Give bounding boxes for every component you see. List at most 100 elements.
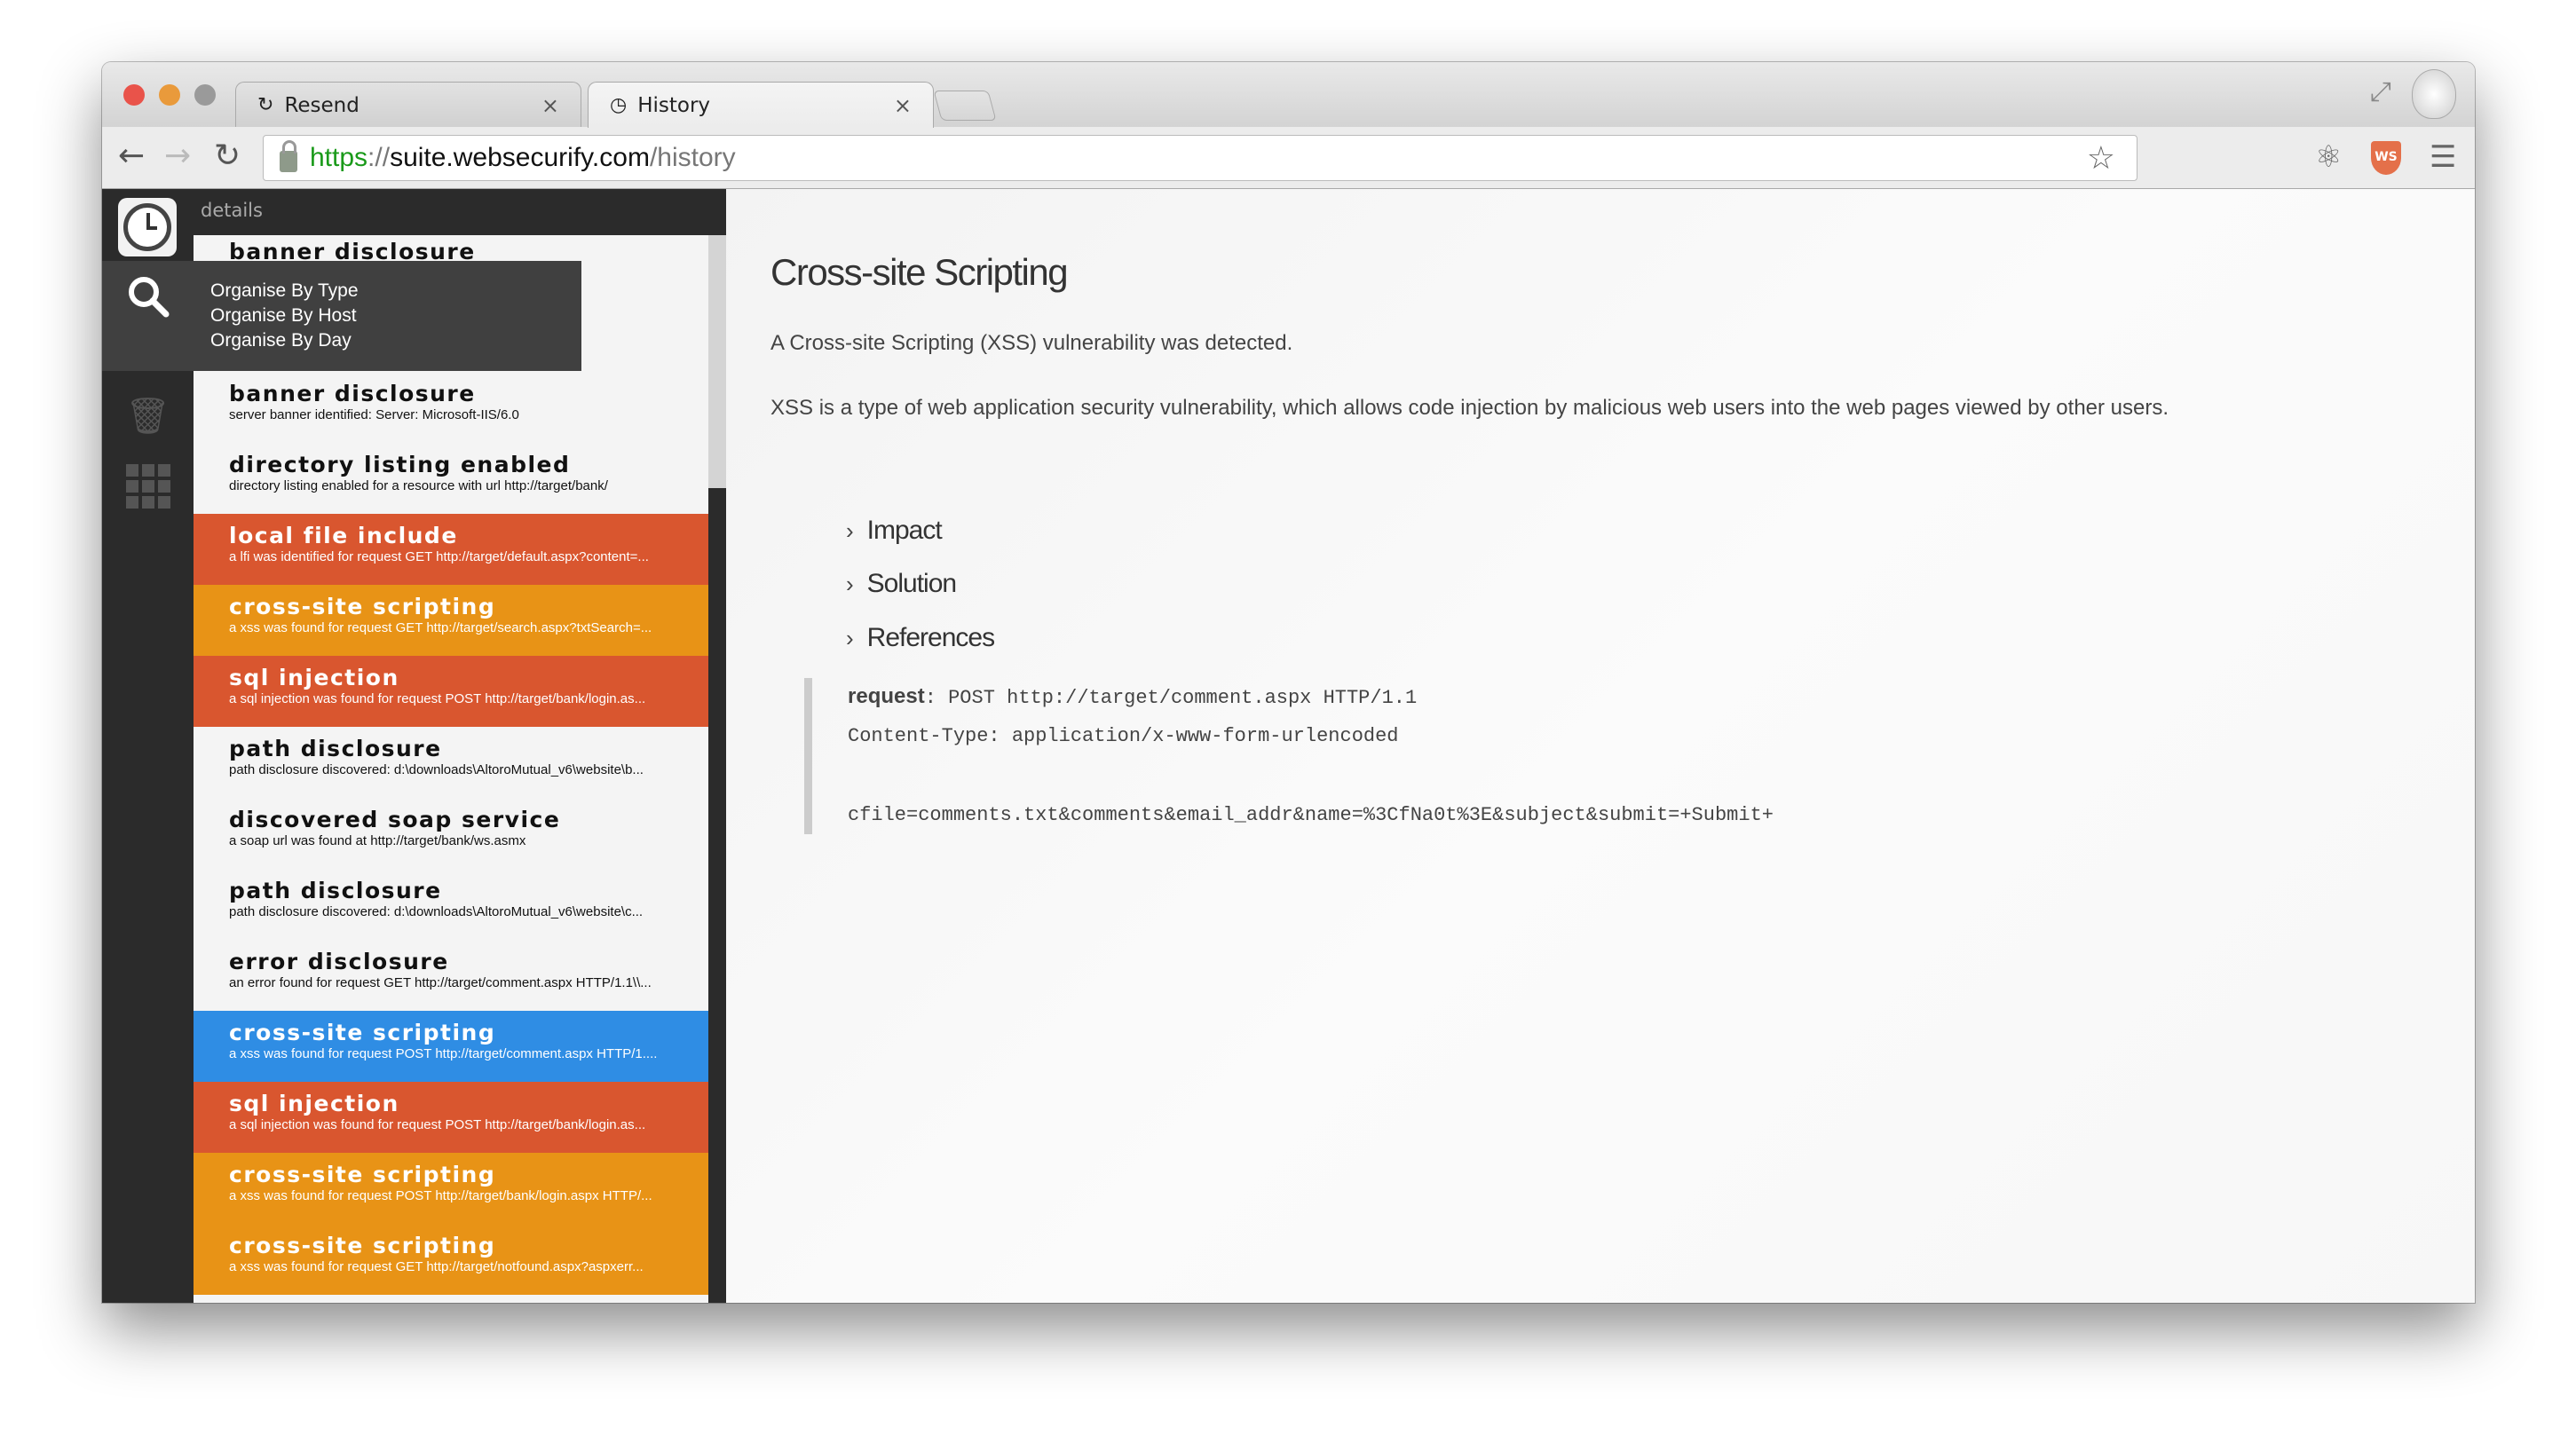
list-item[interactable]: error disclosure an error found for reque… — [194, 940, 708, 1011]
item-description: a xss was found for request POST http://… — [229, 1188, 652, 1203]
list-item[interactable]: local file include a lfi was identified f… — [194, 514, 708, 585]
item-title: path disclosure — [229, 878, 442, 903]
address-bar[interactable]: https://suite.websecurify.com/history ☆ — [263, 135, 2137, 181]
list-item[interactable]: path disclosure path disclosure discovere… — [194, 869, 708, 940]
fullscreen-icon[interactable]: ⤢ — [2370, 76, 2391, 107]
tab-label: Resend — [284, 93, 360, 117]
url-host: suite.websecurify.com — [390, 143, 650, 172]
menu-hamburger-icon[interactable]: ☰ — [2430, 139, 2456, 175]
minimize-window-button[interactable] — [159, 84, 180, 106]
menu-item-organise-by-host[interactable]: Organise By Host — [210, 304, 359, 328]
item-description: a xss was found for request GET http://t… — [229, 1259, 644, 1274]
list-item[interactable]: cross-site scripting a xss was found for … — [194, 1153, 708, 1224]
list-item[interactable]: cross-site scripting a xss was found for … — [194, 1011, 708, 1082]
profile-avatar[interactable] — [2412, 69, 2456, 119]
body-line: cfile=comments.txt&comments&email_addr&n… — [848, 804, 1774, 826]
item-description: a xss was found for request POST http://… — [229, 1046, 658, 1061]
list-item[interactable]: sql injection a sql injection was found f… — [194, 1082, 708, 1153]
item-title: sql injection — [229, 665, 399, 690]
item-description: a sql injection was found for request PO… — [229, 1117, 646, 1132]
grid-icon[interactable] — [102, 451, 194, 522]
new-tab-button[interactable] — [933, 91, 997, 121]
close-tab-button[interactable]: × — [541, 93, 559, 118]
item-description: path disclosure discovered: d:\downloads… — [229, 904, 644, 919]
item-description: a xss was found for request GET http://t… — [229, 620, 652, 635]
list-item[interactable]: cross-site scripting a xss was found for … — [194, 585, 708, 656]
item-title: discovered soap service — [229, 807, 561, 832]
item-title: banner disclosure — [229, 381, 476, 406]
bookmark-star-icon[interactable]: ☆ — [2087, 139, 2115, 177]
reload-icon: ↻ — [257, 94, 274, 116]
extension-share-icon[interactable]: ⚛ — [2315, 139, 2342, 175]
tab-resend[interactable]: ↻ Resend × — [235, 82, 581, 128]
item-title: path disclosure — [229, 736, 442, 761]
trash-icon[interactable]: 🗑 — [102, 380, 194, 451]
item-description: path disclosure discovered: d:\downloads… — [229, 762, 644, 777]
item-title: cross-site scripting — [229, 1233, 496, 1258]
chevron-right-icon: › — [846, 517, 854, 544]
issue-list: banner disclosure banner disclosure server… — [194, 235, 726, 1303]
list-item[interactable]: cross-site scripting a xss was found for … — [194, 1224, 708, 1295]
item-description: directory listing enabled for a resource… — [229, 478, 608, 493]
toolbar: ← → ↻ https://suite.websecurify.com/hist… — [102, 127, 2475, 189]
item-title: local file include — [229, 523, 458, 548]
list-item[interactable]: path disclosure path disclosure discovere… — [194, 727, 708, 798]
section-label: References — [866, 623, 995, 652]
close-window-button[interactable] — [123, 84, 145, 106]
list-item[interactable]: banner disclosure server banner identifie… — [194, 372, 708, 443]
description-text: XSS is a type of web application securit… — [770, 396, 2169, 420]
item-title: cross-site scripting — [229, 594, 496, 619]
history-app-logo[interactable] — [118, 198, 177, 256]
search-icon — [128, 277, 169, 318]
url-path: /history — [649, 143, 736, 172]
websecurify-extension-icon[interactable]: WS — [2371, 141, 2401, 175]
forward-button[interactable]: → — [164, 138, 191, 174]
item-description: a sql injection was found for request PO… — [229, 691, 646, 706]
section-references[interactable]: › References — [846, 623, 995, 653]
url-separator: :// — [367, 143, 391, 172]
chevron-right-icon: › — [846, 571, 854, 597]
item-title: directory listing enabled — [229, 452, 571, 477]
lock-icon — [280, 140, 297, 172]
section-label: Solution — [866, 569, 957, 598]
clock-icon: ◷ — [610, 94, 628, 116]
tab-history[interactable]: ◷ History × — [588, 82, 934, 128]
code-block-border — [804, 678, 812, 834]
request-label: request — [848, 684, 925, 708]
close-tab-button[interactable]: × — [894, 93, 912, 118]
back-button[interactable]: ← — [118, 138, 145, 174]
menu-item-organise-by-type[interactable]: Organise By Type — [210, 279, 359, 304]
browser-window: ↻ Resend × ◷ History × ⤢ ← → ↻ https://s… — [102, 62, 2475, 1303]
request-line: request: POST http://target/comment.aspx… — [848, 684, 1418, 709]
menu-item-organise-by-day[interactable]: Organise By Day — [210, 328, 359, 353]
list-item[interactable]: directory listing enabled directory listi… — [194, 443, 708, 514]
tab-label: History — [637, 93, 711, 117]
list-item[interactable]: sql injection a sql injection was found f… — [194, 656, 708, 727]
detail-pane: Cross-site Scripting A Cross-site Script… — [726, 189, 2475, 1303]
item-title: cross-site scripting — [229, 1162, 496, 1187]
item-title: sql injection — [229, 1091, 399, 1116]
zoom-window-button[interactable] — [194, 84, 216, 106]
summary-text: A Cross-site Scripting (XSS) vulnerabili… — [770, 331, 1293, 355]
search-button[interactable] — [102, 261, 194, 332]
item-description: an error found for request GET http://ta… — [229, 975, 652, 990]
scrollbar-thumb[interactable] — [708, 488, 726, 1303]
organise-menu: Organise By Type Organise By Host Organi… — [102, 261, 581, 371]
section-impact[interactable]: › Impact — [846, 516, 943, 546]
item-title: error disclosure — [229, 949, 449, 974]
tab-bar: ↻ Resend × ◷ History × ⤢ — [102, 62, 2475, 128]
clock-icon — [123, 203, 171, 251]
url-scheme: https — [310, 143, 368, 172]
item-title: cross-site scripting — [229, 1020, 496, 1045]
list-header: details — [194, 189, 726, 235]
reload-button[interactable]: ↻ — [214, 138, 241, 174]
item-description: a soap url was found at http://target/ba… — [229, 833, 526, 848]
list-item[interactable]: discovered soap service a soap url was fo… — [194, 798, 708, 869]
section-solution[interactable]: › Solution — [846, 569, 957, 599]
header-line: Content-Type: application/x-www-form-url… — [848, 725, 1399, 747]
page-title: Cross-site Scripting — [770, 251, 1069, 293]
item-description: server banner identified: Server: Micros… — [229, 407, 519, 422]
section-label: Impact — [866, 516, 943, 545]
chevron-right-icon: › — [846, 625, 854, 651]
request-value: POST http://target/comment.aspx HTTP/1.1 — [948, 687, 1418, 709]
